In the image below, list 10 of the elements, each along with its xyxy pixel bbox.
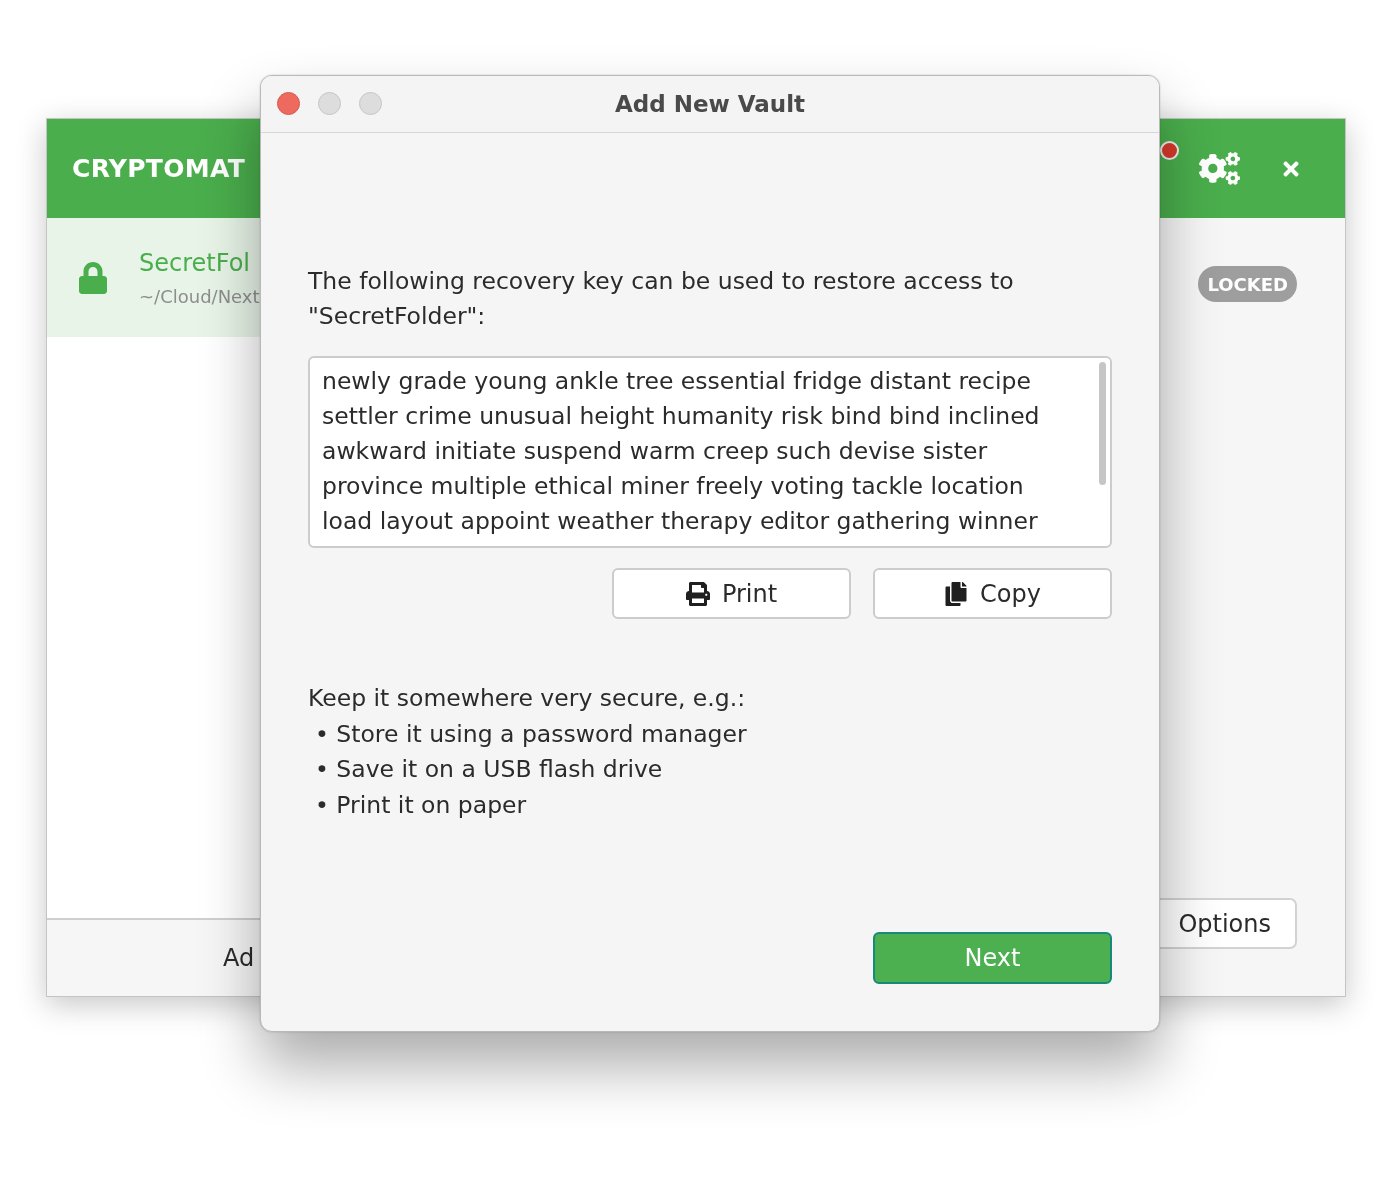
- app-title: CRYPTOMAT: [72, 154, 245, 183]
- vault-path: ~/Cloud/Next: [139, 285, 260, 308]
- tip-item: • Print it on paper: [314, 789, 528, 821]
- tip-item: • Store it using a password manager: [314, 718, 748, 750]
- recovery-key-explanation: The following recovery key can be used to restore access to "SecretFolder":: [308, 266, 1015, 332]
- vault-name: SecretFol: [139, 247, 250, 278]
- dialog-title: Add New Vault: [614, 91, 806, 117]
- tip-item: • Save it on a USB flash drive: [314, 754, 664, 785]
- tips-heading: Keep it somewhere very secure, e.g.:: [308, 683, 747, 714]
- locked-status-badge: LOCKED: [1198, 266, 1297, 302]
